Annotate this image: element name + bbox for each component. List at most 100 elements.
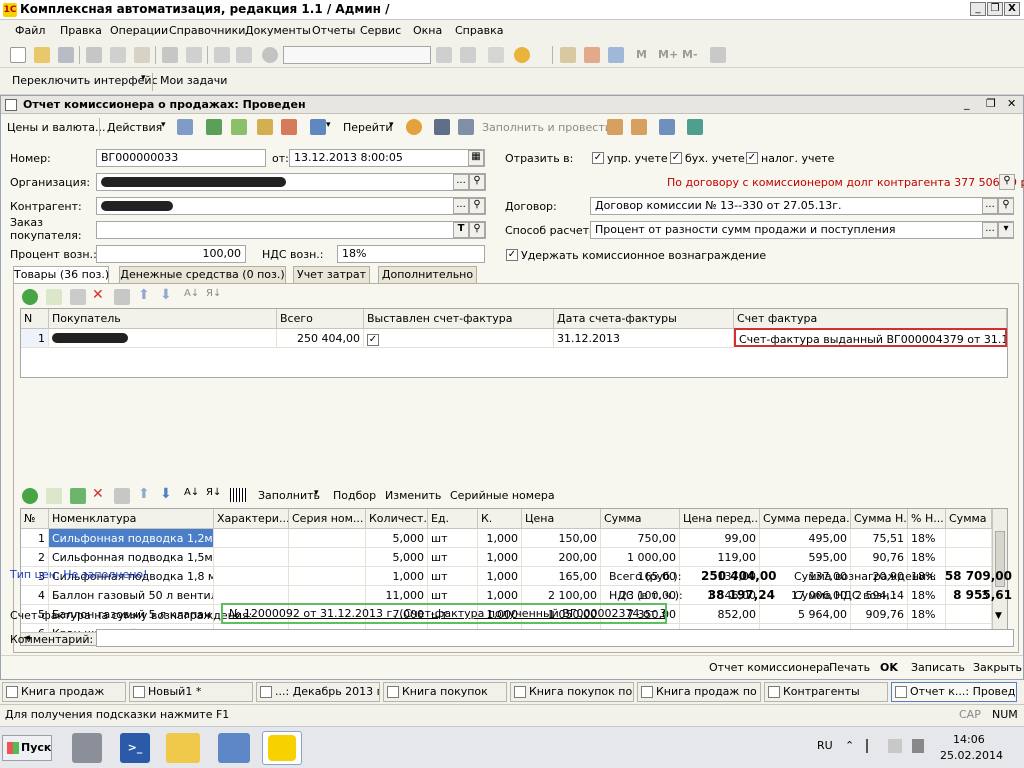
copy-row-icon[interactable]: [46, 488, 62, 504]
search-icon[interactable]: ⚲: [999, 174, 1015, 190]
vat-sum-cell[interactable]: 909,76: [851, 605, 908, 624]
select-button[interactable]: ...: [453, 174, 469, 190]
delete-icon[interactable]: ✕: [92, 287, 104, 303]
window-tab-contractors[interactable]: Контрагенты: [764, 682, 888, 702]
copy-row-icon[interactable]: [46, 289, 62, 305]
window-tab-sales-book[interactable]: Книга продаж: [2, 682, 126, 702]
chevron-down-icon[interactable]: ▾: [141, 73, 146, 83]
fill-and-post-button[interactable]: Заполнить и провести: [482, 121, 612, 134]
copy-icon[interactable]: [110, 47, 126, 63]
end-edit-icon[interactable]: [114, 289, 130, 305]
move-up-icon[interactable]: ⬆: [138, 486, 150, 502]
dt-kt-icon[interactable]: [607, 119, 623, 135]
save-button[interactable]: Записать: [911, 661, 965, 674]
type-button[interactable]: T: [453, 222, 469, 238]
col-header-9[interactable]: Сумма: [601, 509, 680, 529]
nomenclature-cell[interactable]: Сильфонная подводка 1,5м ...: [49, 548, 214, 567]
cut-icon[interactable]: [86, 47, 102, 63]
save-icon[interactable]: [58, 47, 74, 63]
chevron-down-icon[interactable]: ▾: [998, 222, 1014, 238]
menu-service[interactable]: Сервис: [360, 24, 401, 37]
memory-m-button[interactable]: M: [636, 48, 647, 61]
table-row[interactable]: 2 Сильфонная подводка 1,5м ... 5,000 шт 1,00…: [21, 548, 992, 567]
buyer-cell[interactable]: [49, 329, 277, 348]
remote-desktop-icon[interactable]: [218, 733, 250, 763]
vat-sum-cell[interactable]: 90,76: [851, 548, 908, 567]
menu-reports[interactable]: Отчеты: [312, 24, 355, 37]
sort-desc-icon[interactable]: Я↓: [206, 288, 221, 299]
nomenclature-cell[interactable]: Баллон газовый 50 л вентиль: [49, 586, 214, 605]
flag-icon[interactable]: [866, 739, 880, 753]
organization-field[interactable]: [96, 173, 486, 191]
characteristic-cell[interactable]: [214, 567, 289, 586]
print-preview-icon[interactable]: [186, 47, 202, 63]
withhold-reward-checkbox[interactable]: ✓: [506, 249, 518, 261]
total-cell[interactable]: 250 404,00: [277, 329, 364, 348]
reward-invoice-link-box[interactable]: № 12000092 от 31.12.2013 г. (Счет-фактур…: [221, 603, 667, 624]
add-icon[interactable]: [22, 289, 38, 305]
switch-interface-button[interactable]: Переключить интерфейс: [12, 74, 158, 87]
col-header-total[interactable]: Всего: [277, 309, 364, 329]
restore-button[interactable]: ❐: [987, 2, 1003, 16]
fill-icon[interactable]: [458, 119, 474, 135]
col-header-10[interactable]: Цена перед...: [680, 509, 760, 529]
chevron-down-icon[interactable]: ▾: [161, 120, 166, 130]
transfer-price-cell[interactable]: 852,00: [680, 605, 760, 624]
edit-icon[interactable]: [70, 488, 86, 504]
minimize-button[interactable]: _: [970, 2, 986, 16]
col-header-14[interactable]: Сумма: [946, 509, 992, 529]
explorer-folder-icon[interactable]: [166, 733, 200, 763]
vat-sum-cell[interactable]: 75,51: [851, 529, 908, 548]
sum-extra-cell[interactable]: [946, 548, 992, 567]
dt-kt-report-icon[interactable]: [631, 119, 647, 135]
search-input[interactable]: [283, 46, 431, 64]
open-folder-icon[interactable]: [34, 47, 50, 63]
list-icon[interactable]: [177, 119, 193, 135]
menu-help[interactable]: Справка: [455, 24, 503, 37]
network-icon[interactable]: [888, 739, 902, 753]
invoice-issued-cell[interactable]: ✓: [364, 329, 554, 348]
menu-file[interactable]: Файл: [15, 24, 45, 37]
invoice-date-cell[interactable]: 31.12.2013: [554, 329, 734, 348]
col-header-8[interactable]: Цена: [522, 509, 601, 529]
transfer-sum-cell[interactable]: 5 964,00: [760, 605, 851, 624]
transfer-price-cell[interactable]: 99,00: [680, 529, 760, 548]
calc-method-field[interactable]: Процент от разности сумм продажи и посту…: [590, 221, 1014, 239]
vat-reward-field[interactable]: 18%: [337, 245, 485, 263]
start-button[interactable]: Пуск: [2, 735, 52, 761]
search-icon[interactable]: ⚲: [469, 222, 485, 238]
window-tab-new1[interactable]: Новый1 *: [129, 682, 253, 702]
window-tab-purchase-book[interactable]: Книга покупок: [383, 682, 507, 702]
search-prev-icon[interactable]: [460, 47, 476, 63]
col-header-invoice-issued[interactable]: Выставлен счет-фактура: [364, 309, 554, 329]
create-based-on-icon[interactable]: [310, 119, 326, 135]
my-tasks-button[interactable]: Мои задачи: [160, 74, 227, 87]
table-row[interactable]: 1 250 404,00 ✓ 31.12.2013 Счет-фактура в…: [21, 328, 1007, 349]
col-header-1[interactable]: №: [21, 509, 49, 529]
window-tab-purchase-book-by[interactable]: Книга покупок по ...: [510, 682, 634, 702]
tab-additional[interactable]: Дополнительно: [378, 266, 477, 284]
sort-asc-icon[interactable]: A↓: [184, 487, 199, 498]
refresh-icon[interactable]: [206, 119, 222, 135]
coef-cell[interactable]: 1,000: [478, 529, 522, 548]
search-icon[interactable]: ⚲: [469, 198, 485, 214]
memory-minus-button[interactable]: M-: [682, 48, 698, 61]
contract-field[interactable]: Договор комиссии № 13--330 от 27.05.13г.: [590, 197, 1014, 215]
window-tab-december[interactable]: ...: Декабрь 2013 г.: [256, 682, 380, 702]
search-icon[interactable]: ⚲: [998, 198, 1014, 214]
col-header-n[interactable]: N: [21, 309, 49, 329]
percent-field[interactable]: 100,00: [96, 245, 246, 263]
col-header-invoice-date[interactable]: Дата счета-фактуры: [554, 309, 734, 329]
help-icon[interactable]: [406, 119, 422, 135]
number-field[interactable]: ВГ000000033: [96, 149, 266, 167]
coef-cell[interactable]: 1,000: [478, 548, 522, 567]
add-icon[interactable]: [22, 488, 38, 504]
doc-close-button[interactable]: ✕: [1007, 97, 1016, 110]
characteristic-cell[interactable]: [214, 548, 289, 567]
price-cell[interactable]: 150,00: [522, 529, 601, 548]
menu-operations[interactable]: Операции: [110, 24, 168, 37]
price-cell[interactable]: 165,00: [522, 567, 601, 586]
move-up-icon[interactable]: ⬆: [138, 287, 150, 303]
actions-button[interactable]: Действия: [107, 121, 162, 134]
sum-extra-cell[interactable]: [946, 605, 992, 624]
